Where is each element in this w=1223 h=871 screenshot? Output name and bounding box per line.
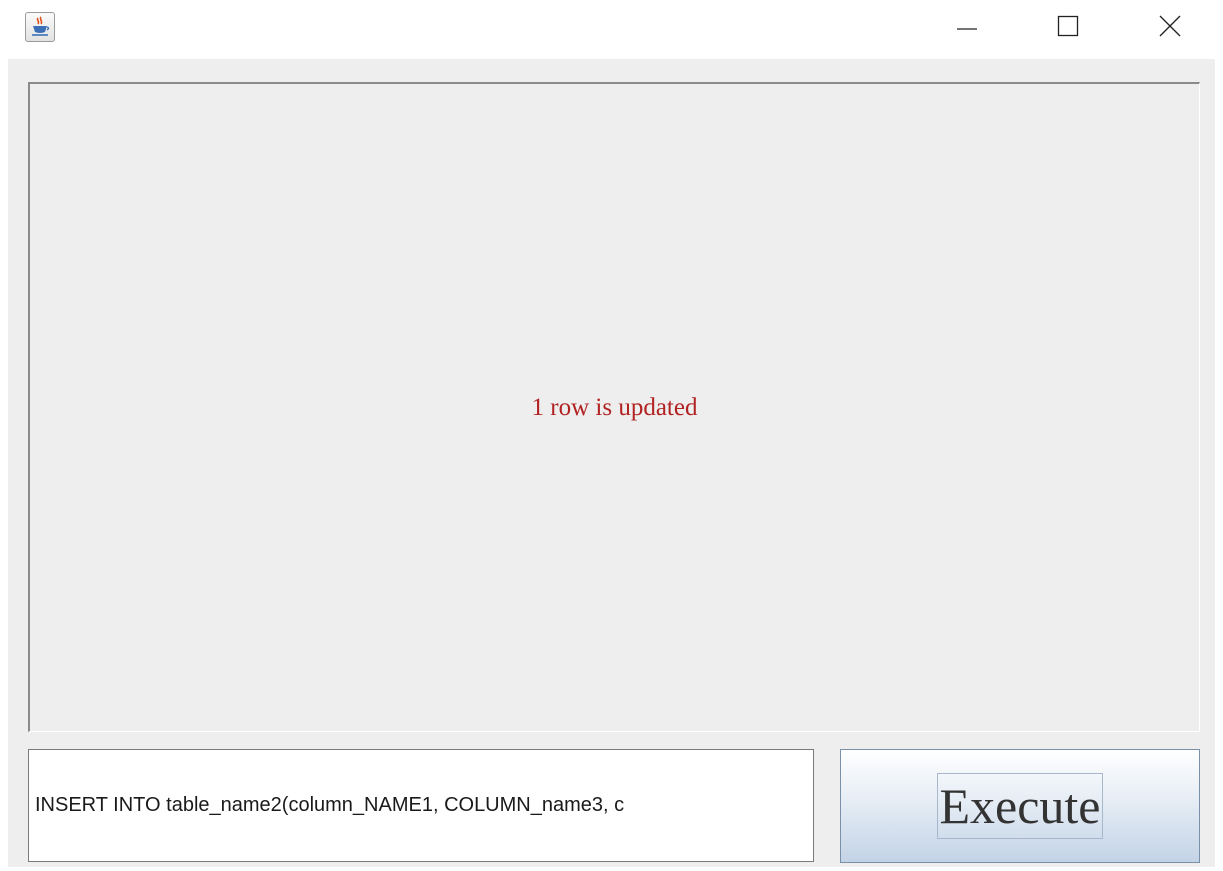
execute-button-label: Execute [937, 773, 1103, 839]
app-window: 1 row is updated Execute [0, 0, 1223, 871]
query-input[interactable] [28, 749, 814, 862]
content-pane: 1 row is updated Execute [8, 59, 1215, 867]
minimize-button[interactable] [937, 0, 997, 52]
maximize-icon [1057, 15, 1079, 37]
status-message: 1 row is updated [531, 394, 698, 421]
java-coffee-cup-icon[interactable] [25, 12, 55, 42]
execute-button[interactable]: Execute [840, 749, 1200, 863]
minimize-icon [957, 28, 977, 30]
output-panel: 1 row is updated [28, 82, 1200, 732]
close-button[interactable] [1140, 0, 1200, 52]
close-icon [1159, 15, 1181, 37]
title-bar[interactable] [0, 0, 1223, 58]
maximize-button[interactable] [1038, 0, 1098, 52]
